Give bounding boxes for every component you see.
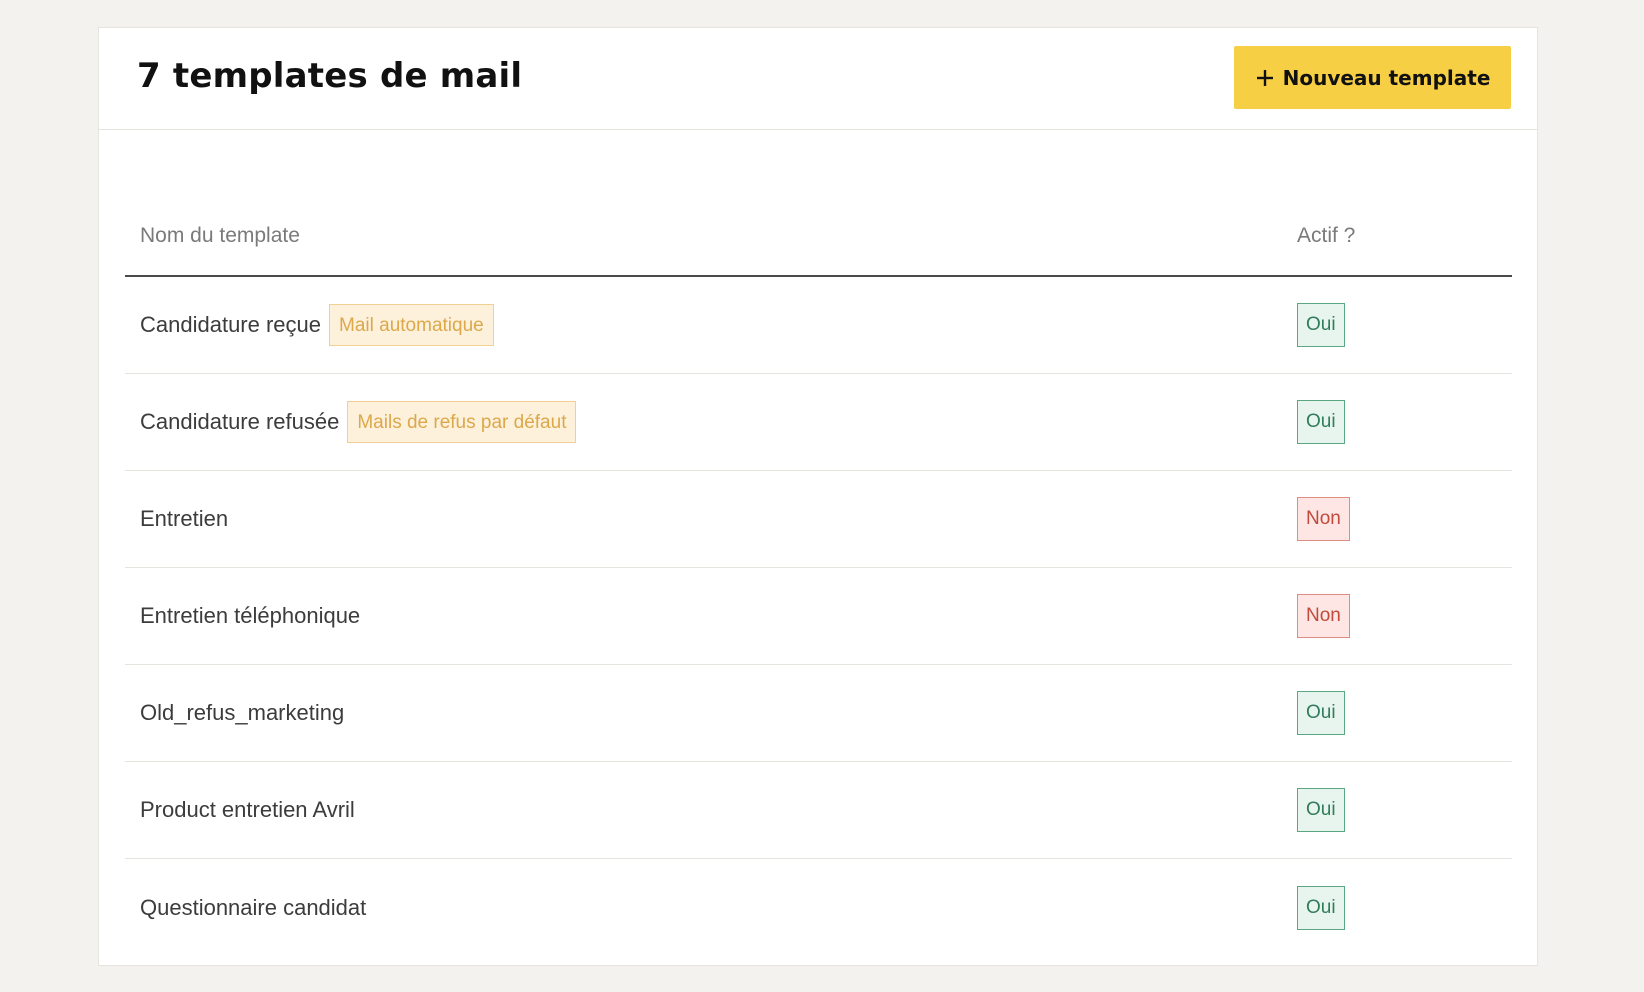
template-name[interactable]: Entretien téléphonique (140, 603, 360, 629)
card-header: 7 templates de mail Nouveau template (99, 28, 1537, 130)
template-name-cell: Entretien (140, 471, 228, 567)
new-template-label: Nouveau template (1282, 65, 1491, 90)
table-header: Nom du template Actif ? (125, 177, 1512, 277)
active-status-badge: Oui (1297, 788, 1345, 832)
table-body: Candidature reçue Mail automatique Oui Cand… (125, 277, 1512, 956)
active-status-badge: Oui (1297, 400, 1345, 444)
template-name[interactable]: Candidature reçue (140, 312, 321, 338)
template-name[interactable]: Questionnaire candidat (140, 895, 366, 921)
table-row[interactable]: Old_refus_marketing Oui (125, 665, 1512, 762)
template-name-cell: Candidature refusée Mails de refus par dé… (140, 374, 577, 470)
column-header-active: Actif ? (1297, 224, 1356, 247)
page-title: 7 templates de mail (137, 56, 523, 96)
table-row[interactable]: Candidature reçue Mail automatique Oui (125, 277, 1512, 374)
table-row[interactable]: Entretien Non (125, 471, 1512, 568)
template-name[interactable]: Old_refus_marketing (140, 700, 344, 726)
active-status-badge: Non (1297, 497, 1350, 541)
table-row[interactable]: Product entretien Avril Oui (125, 762, 1512, 859)
table-row[interactable]: Questionnaire candidat Oui (125, 859, 1512, 956)
templates-table: Nom du template Actif ? Candidature reçu… (125, 177, 1512, 956)
template-name-cell: Product entretien Avril (140, 762, 355, 858)
plus-icon (1256, 69, 1273, 86)
template-name-cell: Candidature reçue Mail automatique (140, 277, 494, 373)
table-row[interactable]: Entretien téléphonique Non (125, 568, 1512, 665)
template-name[interactable]: Candidature refusée (140, 409, 339, 435)
template-name[interactable]: Product entretien Avril (140, 797, 355, 823)
template-tag-badge: Mail automatique (329, 304, 494, 346)
active-status-badge: Non (1297, 594, 1350, 638)
active-status-badge: Oui (1297, 303, 1345, 347)
new-template-button[interactable]: Nouveau template (1234, 46, 1511, 109)
table-row[interactable]: Candidature refusée Mails de refus par dé… (125, 374, 1512, 471)
template-name-cell: Entretien téléphonique (140, 568, 360, 664)
active-status-badge: Oui (1297, 691, 1345, 735)
templates-card: 7 templates de mail Nouveau template Nom… (98, 27, 1538, 966)
column-header-name: Nom du template (140, 224, 300, 247)
active-status-badge: Oui (1297, 885, 1345, 930)
template-name[interactable]: Entretien (140, 506, 228, 532)
template-name-cell: Questionnaire candidat (140, 859, 366, 956)
template-tag-badge: Mails de refus par défaut (347, 401, 577, 443)
template-name-cell: Old_refus_marketing (140, 665, 344, 761)
